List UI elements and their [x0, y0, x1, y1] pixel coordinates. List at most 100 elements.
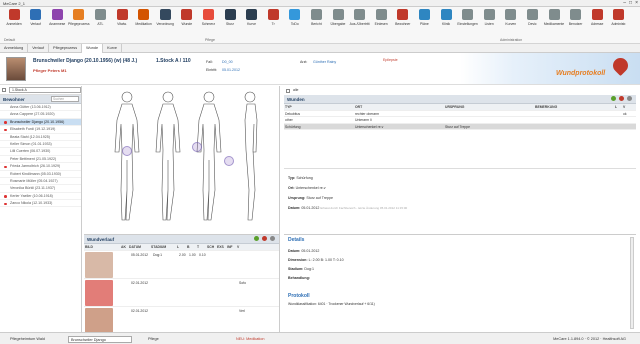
column-header[interactable]: V: [622, 104, 632, 110]
column-header[interactable]: B: [186, 244, 196, 250]
column-header[interactable]: L: [614, 104, 622, 110]
toolbar-button-aus-übertritt[interactable]: Aus-/Übertritt: [350, 9, 370, 26]
toolbar-button-schmerz[interactable]: Schmerz: [198, 9, 218, 26]
toolbar-button-bewohner[interactable]: Bewohner: [393, 9, 413, 26]
toolbar-button-sturz[interactable]: Sturz: [220, 9, 240, 26]
tab-anmeldung[interactable]: Anmeldung: [0, 44, 29, 53]
delete-wound-button[interactable]: [619, 96, 625, 101]
toolbar-button-benutzer[interactable]: Benutzer: [566, 9, 586, 26]
column-header[interactable]: TYP: [284, 104, 354, 110]
resident-list-item[interactable]: Kerler Yaeller (10.06.1918): [0, 193, 81, 201]
column-header[interactable]: AK: [120, 244, 128, 250]
edit-wound-button[interactable]: [627, 96, 632, 101]
toolbar-button-übergabe[interactable]: Übergabe: [328, 9, 348, 26]
resident-search-input[interactable]: Suchen: [51, 96, 79, 102]
tab-kurve[interactable]: Kurve: [103, 44, 122, 53]
toolbar-button-devic[interactable]: Devic: [522, 9, 542, 26]
resident-list-item[interactable]: Anna Gütter (13.06.1912): [0, 104, 81, 112]
toolbar-button-klinik[interactable]: Klinik: [436, 9, 456, 26]
wound-photo[interactable]: [85, 307, 113, 334]
alle-checkbox[interactable]: [286, 88, 290, 93]
edit-progress-button[interactable]: [270, 236, 275, 241]
wound-marker-leg[interactable]: [224, 156, 234, 166]
toolbar-button-wunde[interactable]: Wunde: [177, 9, 197, 26]
resident-name: Frieda Jarmoltrich (26.10.1929): [10, 164, 61, 169]
status-patient-select[interactable]: Brunschwiler Django: [68, 335, 132, 343]
wound-photo[interactable]: [85, 279, 113, 306]
resident-list-item[interactable]: Keller Simon (01.01.1933): [0, 141, 81, 149]
column-header[interactable]: BEMERKUNG: [534, 104, 614, 110]
wound-photo[interactable]: [85, 251, 113, 278]
toolbar-button-kurve[interactable]: Kurve: [242, 9, 262, 26]
progress-row[interactable]: 02.01.2012 Verl: [84, 307, 279, 335]
alert-dot-icon: [4, 202, 7, 206]
resident-list-item[interactable]: Zanco Nikola (12.10.1933): [0, 200, 81, 208]
column-header[interactable]: T: [196, 244, 206, 250]
column-header[interactable]: DATUM: [128, 244, 150, 250]
toolbar-button-anamnese[interactable]: Anamnese: [47, 9, 67, 26]
add-progress-button[interactable]: [254, 236, 260, 241]
column-header[interactable]: V: [236, 244, 252, 250]
resident-list-item[interactable]: Elisabeth Furdi (19.12.1919): [0, 126, 81, 134]
filter-checkbox[interactable]: [2, 88, 6, 92]
group-label-pflege: Pflege: [205, 38, 215, 42]
station-filter-select[interactable]: 1.Stock A: [9, 87, 81, 93]
toolbar-button-label: Einlesen: [374, 22, 388, 26]
body-diagram[interactable]: [84, 86, 280, 234]
toolbar-button-medikamente[interactable]: Medikamente: [544, 9, 564, 26]
column-header[interactable]: EXS: [216, 244, 226, 250]
fall-label: Fall:: [206, 60, 213, 64]
progress-row[interactable]: 02.01.2012 Sofo: [84, 279, 279, 307]
column-header[interactable]: STADIUM: [150, 244, 176, 250]
resident-list-item[interactable]: Robert Kindlimann (05.03.1930): [0, 171, 81, 178]
resident-list-item[interactable]: Rosmarie Müller (05.04.1927): [0, 178, 81, 186]
tab-verlauf[interactable]: Verlauf: [28, 44, 50, 53]
progress-row[interactable]: 05.01.2012 Dog:1 2.00 1.00 0.10: [84, 251, 279, 279]
status-news[interactable]: NEU: Medikation: [236, 333, 265, 344]
minimize-button[interactable]: –: [623, 0, 626, 7]
toolbar-button-anmelden[interactable]: Anmelden: [4, 9, 24, 26]
toolbar-button-verlauf[interactable]: Verlauf: [26, 9, 46, 26]
tab-pflegeprozess[interactable]: Pflegeprozess: [49, 44, 83, 53]
column-header[interactable]: URSPRUNG: [444, 104, 534, 110]
add-wound-button[interactable]: [611, 96, 617, 101]
wound-marker-arm[interactable]: [122, 146, 132, 156]
column-header[interactable]: SCH: [206, 244, 216, 250]
toolbar-button-einlesen[interactable]: Einlesen: [371, 9, 391, 26]
toolbar-button-pflegeprozess[interactable]: Pflegeprozess: [68, 9, 90, 26]
maximize-button[interactable]: □: [629, 0, 632, 7]
toolbar-button-atl[interactable]: ATL: [90, 9, 110, 26]
resident-list-item[interactable]: Beata Stahl (12.04.1925): [0, 134, 81, 141]
toolbar-button-todo[interactable]: ToDo: [285, 9, 305, 26]
toolbar-button-medikation[interactable]: Medikation: [134, 9, 154, 26]
column-header[interactable]: INF: [226, 244, 236, 250]
toolbar-button-vitalw-[interactable]: Vitalw.: [112, 9, 132, 26]
tab-wunde[interactable]: Wunde: [82, 44, 104, 53]
progress-cell-b: 1.00: [189, 252, 196, 257]
resident-list-item[interactable]: Frieda Jarmoltrich (26.10.1929): [0, 163, 81, 171]
column-header[interactable]: BILD: [84, 244, 114, 250]
resident-list-item[interactable]: Peter Bettiment (21.05.1922): [0, 156, 81, 164]
delete-progress-button[interactable]: [262, 236, 268, 241]
resident-list-item[interactable]: Lilli Cuerten (06.07.1930): [0, 148, 81, 156]
table-row[interactable]: Schürfung Unterschenkel re.v Sturz auf Tre…: [284, 123, 636, 130]
close-button[interactable]: ×: [635, 0, 638, 7]
toolbar-button-adresse[interactable]: Adresse: [587, 9, 607, 26]
toolbar-button-einstellungen[interactable]: Einstellungen: [457, 9, 478, 26]
resident-list-item[interactable]: Veronika Bürkli (23.11.1937): [0, 185, 81, 193]
column-header[interactable]: L: [176, 244, 186, 250]
toolbar-button-label: Benutzer: [568, 22, 583, 26]
details-scrollbar[interactable]: [630, 237, 634, 329]
details-dim-value: L: 2.00 B: 1.00 T: 0.10: [308, 258, 344, 262]
column-header[interactable]: ORT: [354, 104, 444, 110]
wound-marker-back[interactable]: [192, 142, 202, 152]
resident-list-item[interactable]: Brunschwiler Django (20.10.1956): [0, 118, 81, 127]
toolbar-button-listen[interactable]: Listen: [479, 9, 499, 26]
toolbar-button-tr[interactable]: Tr: [263, 9, 283, 26]
toolbar-button-kurven[interactable]: Kurven: [501, 9, 521, 26]
toolbar-button-verordnung[interactable]: Verordnung: [155, 9, 175, 26]
toolbar-button-administr-[interactable]: Administr.: [609, 9, 629, 26]
toolbar-button-bericht[interactable]: Bericht: [306, 9, 326, 26]
toolbar-button-pläne[interactable]: Pläne: [414, 9, 434, 26]
resident-list-item[interactable]: Anna Cappere (27.05.1920): [0, 111, 81, 119]
